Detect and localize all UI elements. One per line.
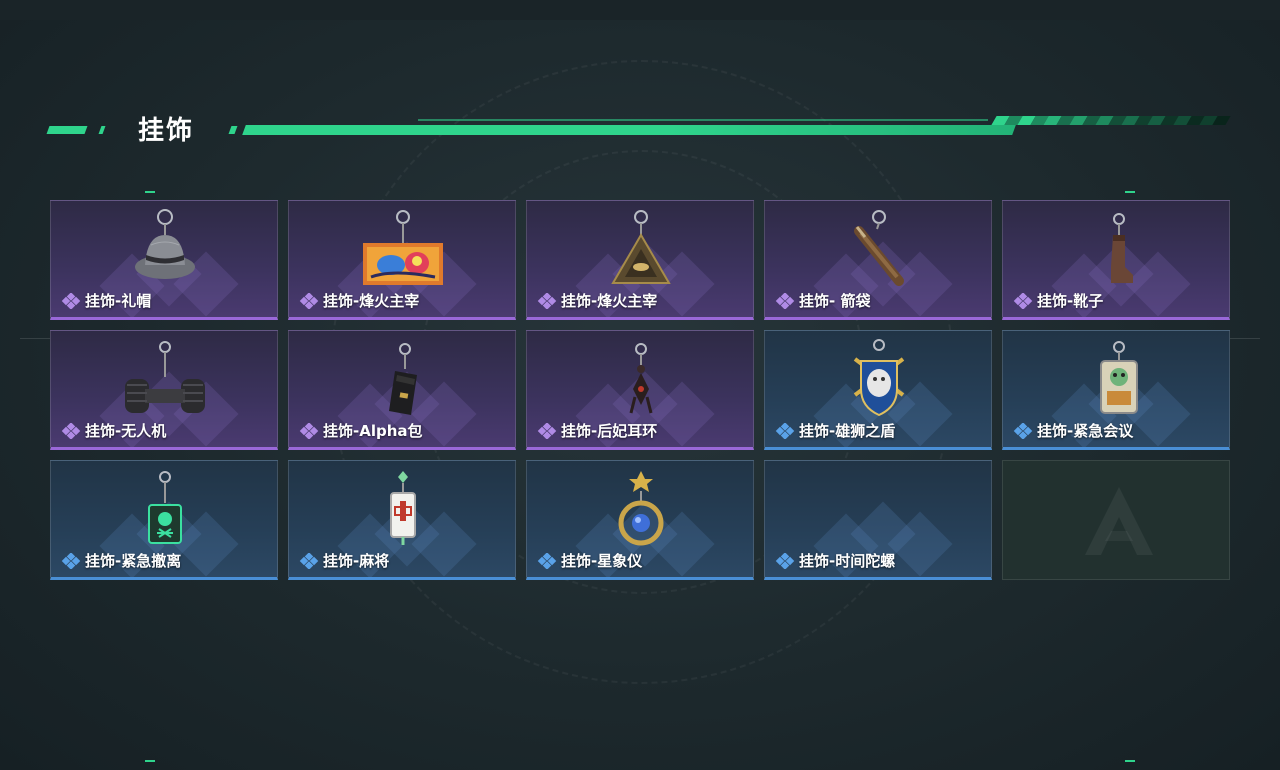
charm-card[interactable]: 挂饰-紧急会议	[1002, 330, 1230, 450]
emergency-meeting-icon	[1100, 341, 1138, 414]
triangle-eye-icon	[611, 210, 671, 284]
header-accent-bar	[228, 126, 238, 134]
header-accent-bar	[98, 126, 106, 134]
charm-card[interactable]: 挂饰-无人机	[50, 330, 278, 450]
charm-name: 挂饰-靴子	[1037, 292, 1104, 310]
game-logo-icon	[1085, 487, 1153, 555]
drone-icon	[125, 341, 205, 413]
charm-name: 挂饰-无人机	[85, 422, 167, 440]
rarity-diamond-icon	[299, 552, 319, 569]
charm-name: 挂饰-雄狮之盾	[799, 422, 896, 440]
section-header: 挂饰	[46, 108, 1231, 148]
empty-slot[interactable]	[1002, 460, 1230, 580]
side-line-left	[20, 338, 50, 339]
rarity-diamond-icon	[61, 292, 81, 309]
boot-icon	[1111, 213, 1133, 283]
lion-shield-icon	[853, 339, 905, 417]
header-checker-pattern	[991, 116, 1231, 125]
charm-card[interactable]: 挂饰-星象仪	[526, 460, 754, 580]
side-line-right	[1230, 338, 1260, 339]
charm-name: 挂饰-麻将	[323, 552, 390, 570]
rarity-diamond-icon	[299, 292, 319, 309]
charm-card[interactable]: 挂饰-礼帽	[50, 200, 278, 320]
corner-tick	[145, 760, 155, 762]
charm-name: 挂饰-后妃耳环	[561, 422, 658, 440]
charm-card[interactable]: 挂饰-Alpha包	[288, 330, 516, 450]
header-progress-line	[242, 125, 1016, 135]
charm-name: 挂饰- 箭袋	[799, 292, 871, 310]
quiver-icon	[854, 210, 904, 286]
charm-card[interactable]: 挂饰-紧急撤离	[50, 460, 278, 580]
charm-card[interactable]: 挂饰-靴子	[1002, 200, 1230, 320]
mahjong-tile-icon	[390, 471, 416, 545]
earring-icon	[629, 343, 653, 414]
charm-card[interactable]: 挂饰-后妃耳环	[526, 330, 754, 450]
astrolabe-icon	[618, 471, 664, 546]
charm-card[interactable]: 挂饰-雄狮之盾	[764, 330, 992, 450]
rarity-diamond-icon	[537, 552, 557, 569]
rarity-diamond-icon	[1013, 422, 1033, 439]
corner-tick	[1125, 760, 1135, 762]
rarity-diamond-icon	[775, 292, 795, 309]
header-accent-bar	[46, 126, 88, 134]
rarity-diamond-icon	[537, 422, 557, 439]
top-band	[0, 0, 1280, 20]
rarity-diamond-icon	[775, 552, 795, 569]
charm-card[interactable]: 挂饰-烽火主宰	[288, 200, 516, 320]
rarity-diamond-icon	[1013, 292, 1033, 309]
charm-card[interactable]: 挂饰-时间陀螺	[764, 460, 992, 580]
header-thin-line	[418, 119, 988, 121]
charm-name: 挂饰-紧急会议	[1037, 422, 1134, 440]
rarity-diamond-icon	[61, 422, 81, 439]
charm-name: 挂饰-时间陀螺	[799, 552, 896, 570]
charm-name: 挂饰-Alpha包	[323, 422, 423, 440]
emergency-evac-icon	[148, 471, 182, 544]
charm-card[interactable]: 挂饰-烽火主宰	[526, 200, 754, 320]
charm-name: 挂饰-紧急撤离	[85, 552, 182, 570]
fedora-hat-icon	[135, 209, 195, 279]
charm-name: 挂饰-星象仪	[561, 552, 643, 570]
graffiti-tag-icon	[363, 210, 443, 285]
alpha-bag-icon	[389, 343, 417, 415]
rarity-diamond-icon	[537, 292, 557, 309]
rarity-diamond-icon	[775, 422, 795, 439]
corner-tick	[1125, 191, 1135, 193]
corner-tick	[145, 191, 155, 193]
charm-card[interactable]: 挂饰- 箭袋	[764, 200, 992, 320]
rarity-diamond-icon	[299, 422, 319, 439]
section-title: 挂饰	[138, 116, 195, 146]
charm-name: 挂饰-烽火主宰	[561, 292, 658, 310]
charm-card[interactable]: 挂饰-麻将	[288, 460, 516, 580]
charm-name: 挂饰-烽火主宰	[323, 292, 420, 310]
charm-name: 挂饰-礼帽	[85, 292, 152, 310]
rarity-diamond-icon	[61, 552, 81, 569]
charm-grid: 挂饰-礼帽 挂饰-烽火主宰 挂饰-烽火主宰 挂饰- 箭袋 挂饰-靴子 挂饰-无人…	[50, 200, 1230, 580]
